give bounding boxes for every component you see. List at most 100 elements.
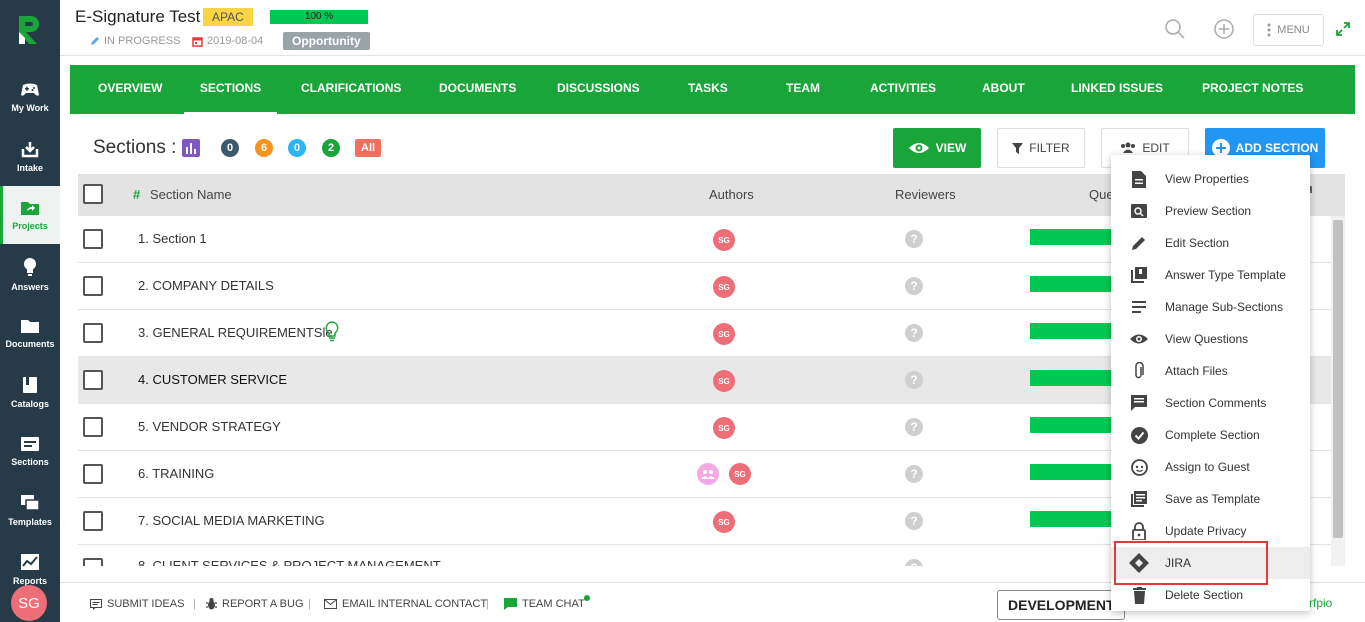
row-checkbox[interactable] bbox=[83, 464, 103, 484]
section-name[interactable]: 4. CUSTOMER SERVICE bbox=[138, 372, 287, 387]
menu-item-label: Save as Template bbox=[1165, 492, 1261, 506]
library-icon bbox=[1131, 267, 1147, 283]
sidebar-item-label: My Work bbox=[11, 102, 49, 113]
report-bug-link[interactable]: REPORT A BUG bbox=[206, 598, 304, 610]
count-badge-all[interactable]: All bbox=[355, 139, 382, 157]
filter-icon bbox=[1012, 142, 1024, 154]
sidebar-item-answers[interactable]: Answers bbox=[0, 245, 60, 303]
reviewer-placeholder-icon[interactable]: ? bbox=[905, 230, 923, 248]
menu-item-save-as-template[interactable]: Save as Template bbox=[1111, 483, 1310, 515]
group-avatar[interactable] bbox=[697, 463, 719, 485]
row-checkbox[interactable] bbox=[83, 370, 103, 390]
menu-item-view-properties[interactable]: View Properties bbox=[1111, 163, 1310, 195]
email-contact-link[interactable]: EMAIL INTERNAL CONTACT bbox=[324, 598, 487, 610]
questions-progress-bar: 0 bbox=[1030, 276, 1120, 292]
add-circle-icon[interactable] bbox=[1213, 18, 1235, 40]
author-avatar[interactable]: SG bbox=[713, 370, 735, 392]
section-name[interactable]: 8. CLIENT SERVICES & PROJECT MANAGEMENT bbox=[138, 558, 441, 566]
section-name[interactable]: 1. Section 1 bbox=[138, 231, 207, 246]
select-all-checkbox[interactable] bbox=[83, 184, 103, 204]
menu-item-view-questions[interactable]: View Questions bbox=[1111, 323, 1310, 355]
tab-project-notes[interactable]: PROJECT NOTES bbox=[1202, 65, 1303, 114]
section-name[interactable]: 5. VENDOR STRATEGY bbox=[138, 419, 281, 434]
bar-chart-icon[interactable] bbox=[182, 139, 201, 157]
section-name[interactable]: 3. GENERAL REQUIREMENTSle bbox=[138, 325, 333, 340]
menu-button[interactable]: MENU bbox=[1253, 14, 1324, 46]
menu-item-label: View Questions bbox=[1165, 332, 1249, 346]
region-tag: APAC bbox=[203, 8, 253, 26]
rfpio-logo[interactable] bbox=[0, 0, 60, 60]
table-scrollbar-thumb[interactable] bbox=[1333, 220, 1343, 538]
sidebar-item-templates[interactable]: Templates bbox=[0, 481, 60, 539]
menu-item-delete-section[interactable]: Delete Section bbox=[1111, 579, 1310, 611]
section-name-column-header[interactable]: Section Name bbox=[150, 187, 232, 202]
tab-documents[interactable]: DOCUMENTS bbox=[439, 65, 516, 114]
project-due-date: 2019-08-04 bbox=[192, 35, 263, 47]
sidebar-item-documents[interactable]: Documents bbox=[0, 304, 60, 362]
view-button[interactable]: VIEW bbox=[893, 128, 981, 168]
menu-item-assign-to-guest[interactable]: Assign to Guest bbox=[1111, 451, 1310, 483]
reviewer-placeholder-icon[interactable]: ? bbox=[905, 324, 923, 342]
tab-activities[interactable]: ACTIVITIES bbox=[870, 65, 936, 114]
tab-linked-issues[interactable]: LINKED ISSUES bbox=[1071, 65, 1163, 114]
author-avatar[interactable]: SG bbox=[713, 417, 735, 439]
reviewer-placeholder-icon[interactable]: ? bbox=[905, 277, 923, 295]
section-name[interactable]: 2. COMPANY DETAILS bbox=[138, 278, 274, 293]
menu-item-complete-section[interactable]: Complete Section bbox=[1111, 419, 1310, 451]
section-name[interactable]: 6. TRAINING bbox=[138, 466, 214, 481]
menu-item-jira[interactable]: JIRA bbox=[1111, 547, 1310, 579]
reviewer-placeholder-icon[interactable]: ? bbox=[905, 559, 923, 566]
menu-item-attach-files[interactable]: Attach Files bbox=[1111, 355, 1310, 387]
expand-icon[interactable] bbox=[1336, 22, 1350, 36]
row-checkbox[interactable] bbox=[83, 323, 103, 343]
count-badge-review[interactable]: 0 bbox=[288, 139, 306, 157]
tab-overview[interactable]: OVERVIEW bbox=[98, 65, 162, 114]
sidebar-item-my-work[interactable]: My Work bbox=[0, 68, 60, 126]
tab-sections[interactable]: SECTIONS bbox=[184, 65, 277, 114]
menu-item-update-privacy[interactable]: Update Privacy bbox=[1111, 515, 1310, 547]
sidebar-item-intake[interactable]: Intake bbox=[0, 127, 60, 185]
tab-tasks[interactable]: TASKS bbox=[688, 65, 728, 114]
search-icon[interactable] bbox=[1164, 18, 1186, 40]
menu-item-manage-sub-sections[interactable]: Manage Sub-Sections bbox=[1111, 291, 1310, 323]
reviewer-placeholder-icon[interactable]: ? bbox=[905, 512, 923, 530]
lightbulb-icon[interactable] bbox=[325, 321, 339, 343]
menu-item-section-comments[interactable]: Section Comments bbox=[1111, 387, 1310, 419]
row-checkbox[interactable] bbox=[83, 558, 103, 566]
tab-clarifications[interactable]: CLARIFICATIONS bbox=[301, 65, 401, 114]
row-checkbox[interactable] bbox=[83, 276, 103, 296]
author-avatar[interactable]: SG bbox=[713, 323, 735, 345]
reviewer-placeholder-icon[interactable]: ? bbox=[905, 418, 923, 436]
reviewer-placeholder-icon[interactable]: ? bbox=[905, 465, 923, 483]
count-badge-completed[interactable]: 2 bbox=[322, 139, 340, 157]
eye-icon bbox=[1130, 334, 1148, 344]
sidebar-item-catalogs[interactable]: Catalogs bbox=[0, 363, 60, 421]
author-avatar[interactable]: SG bbox=[713, 276, 735, 298]
row-checkbox[interactable] bbox=[83, 417, 103, 437]
face-icon bbox=[1130, 458, 1148, 476]
author-avatar[interactable]: SG bbox=[713, 511, 735, 533]
environment-badge: DEVELOPMENT bbox=[997, 590, 1125, 620]
tab-team[interactable]: TEAM bbox=[786, 65, 820, 114]
sidebar-item-projects[interactable]: Projects bbox=[0, 186, 60, 244]
sidebar-item-sections[interactable]: Sections bbox=[0, 422, 60, 480]
reviewer-placeholder-icon[interactable]: ? bbox=[905, 371, 923, 389]
team-chat-link[interactable]: TEAM CHAT bbox=[504, 595, 590, 610]
questions-column-header: Que bbox=[1089, 187, 1114, 202]
menu-item-label: Answer Type Template bbox=[1165, 268, 1286, 282]
row-checkbox[interactable] bbox=[83, 511, 103, 531]
tab-discussions[interactable]: DISCUSSIONS bbox=[557, 65, 640, 114]
user-avatar[interactable]: SG bbox=[11, 585, 47, 621]
menu-item-answer-type-template[interactable]: Answer Type Template bbox=[1111, 259, 1310, 291]
menu-item-edit-section[interactable]: Edit Section bbox=[1111, 227, 1310, 259]
count-badge-not-started[interactable]: 0 bbox=[221, 139, 239, 157]
submit-ideas-link[interactable]: SUBMIT IDEAS bbox=[90, 598, 184, 610]
menu-item-preview-section[interactable]: Preview Section bbox=[1111, 195, 1310, 227]
count-badge-in-progress[interactable]: 6 bbox=[255, 139, 273, 157]
author-avatar[interactable]: SG bbox=[713, 229, 735, 251]
tab-about[interactable]: ABOUT bbox=[982, 65, 1025, 114]
section-name[interactable]: 7. SOCIAL MEDIA MARKETING bbox=[138, 513, 325, 528]
filter-button[interactable]: FILTER bbox=[997, 128, 1085, 168]
author-avatar[interactable]: SG bbox=[729, 463, 751, 485]
row-checkbox[interactable] bbox=[83, 229, 103, 249]
